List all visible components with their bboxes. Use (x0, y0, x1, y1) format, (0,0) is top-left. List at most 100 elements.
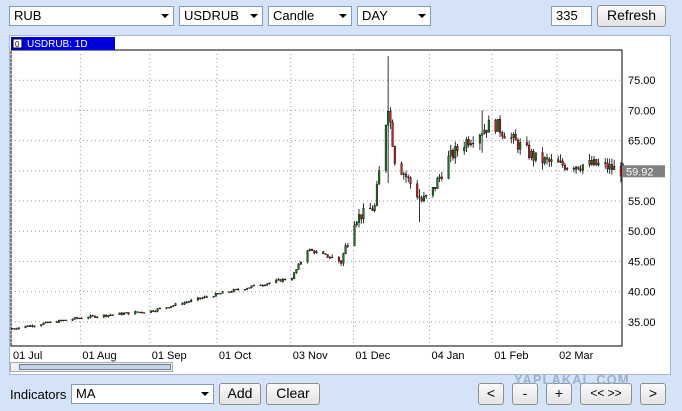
candle-body (465, 139, 468, 148)
time-scrollbar[interactable] (10, 362, 173, 372)
candle-body (127, 312, 130, 315)
candle-body (293, 272, 296, 279)
candle-body (525, 142, 528, 146)
candle-body (246, 288, 249, 290)
candle-body (232, 289, 235, 293)
candle-body (26, 325, 29, 327)
candle-body (118, 312, 121, 315)
candle-body (123, 312, 126, 315)
scroll-right-button[interactable]: > (640, 383, 666, 405)
y-tick-label: 50.00 (628, 226, 656, 238)
indicator-select[interactable]: MA (71, 384, 214, 404)
current-price-label: 59.92 (626, 166, 654, 178)
y-tick-label: 35.00 (628, 317, 656, 329)
time-scrollbar-thumb[interactable] (19, 364, 171, 370)
candle-body (340, 260, 343, 264)
candle-body (606, 162, 609, 170)
candle-body (58, 319, 61, 323)
candle-body (425, 195, 428, 197)
symbol-select[interactable]: USDRUB (179, 6, 263, 26)
candle-body (322, 251, 325, 254)
candle-body (190, 299, 193, 302)
watermark: YAPLAKAL.COM (514, 372, 630, 387)
x-tick-label: 01 Aug (82, 350, 116, 362)
candle-body (389, 111, 392, 123)
candle-body (409, 177, 412, 185)
add-indicator-button[interactable]: Add (219, 383, 261, 405)
period-select[interactable]: DAY (357, 6, 431, 26)
candle-body (149, 310, 152, 313)
candle-body (281, 278, 284, 282)
candle-body (140, 311, 143, 314)
candle-body (337, 256, 340, 262)
chevron-down-icon (250, 14, 258, 18)
candle-body (604, 162, 607, 164)
candle-body (501, 132, 504, 137)
candle-body (102, 314, 105, 318)
candle-body (550, 159, 553, 162)
chart-tag-icon-text: 0 (15, 40, 20, 49)
clear-indicators-button[interactable]: Clear (266, 383, 320, 405)
x-tick-label: 01 Oct (219, 350, 251, 362)
candle-body (107, 314, 110, 317)
candle-body (275, 279, 278, 283)
candle-body (87, 317, 90, 319)
x-tick-label: 01 Sep (152, 350, 187, 362)
candle-body (481, 133, 484, 136)
candle-body (528, 144, 531, 158)
candle-body (416, 183, 419, 198)
candle-body (219, 293, 222, 295)
candle-body (530, 150, 533, 158)
chart-type-select[interactable]: Candle (268, 6, 352, 26)
candle-body (49, 321, 52, 323)
candle-body (277, 279, 280, 281)
candle-body (548, 158, 551, 162)
scroll-left-button[interactable]: < (478, 383, 504, 405)
candle-body (463, 147, 466, 152)
candle-body (248, 287, 251, 289)
refresh-button[interactable]: Refresh (597, 5, 666, 27)
candle-body (579, 168, 582, 171)
candle-body (431, 187, 434, 196)
bars-count-input[interactable]: 335 (551, 6, 592, 26)
candle-body (17, 327, 20, 330)
y-tick-label: 75.00 (628, 75, 656, 87)
candle-body (105, 314, 108, 317)
indicators-label: Indicators (10, 387, 67, 402)
chart-title: USDRUB: 1D (27, 39, 88, 50)
x-tick-label: 03 Nov (293, 350, 328, 362)
candle-body (93, 315, 96, 318)
y-tick-label: 45.00 (628, 256, 656, 268)
candle-body (610, 164, 613, 170)
candle-body (499, 119, 502, 133)
candle-body (15, 328, 18, 330)
market-select[interactable]: RUB (9, 6, 174, 26)
candle-body (557, 159, 560, 163)
candle-body (472, 142, 475, 145)
candle-body (593, 159, 596, 165)
candle-body (613, 166, 616, 170)
candle-body (456, 146, 459, 152)
candle-body (181, 303, 184, 305)
period-select-value: DAY (362, 8, 388, 23)
candle-body (73, 317, 76, 320)
candle-body (64, 319, 67, 322)
candle-body (33, 325, 36, 327)
candle-body (577, 166, 580, 170)
chevron-down-icon (339, 14, 347, 18)
candle-body (167, 307, 170, 309)
candle-body (136, 311, 139, 313)
candle-body (563, 164, 566, 170)
candle-body (237, 288, 240, 291)
candle-body (297, 263, 300, 270)
candle-body (313, 250, 316, 254)
candle-body (358, 214, 361, 223)
candle-body (384, 125, 387, 171)
candle-body (546, 157, 549, 160)
candle-body (40, 324, 43, 327)
chart-panel[interactable]: 0USDRUB: 1D35.0040.0045.0050.0055.0060.0… (9, 35, 671, 375)
candle-body (485, 129, 488, 133)
candle-body (217, 293, 220, 295)
candle-body (328, 257, 331, 259)
candle-body (152, 310, 155, 312)
